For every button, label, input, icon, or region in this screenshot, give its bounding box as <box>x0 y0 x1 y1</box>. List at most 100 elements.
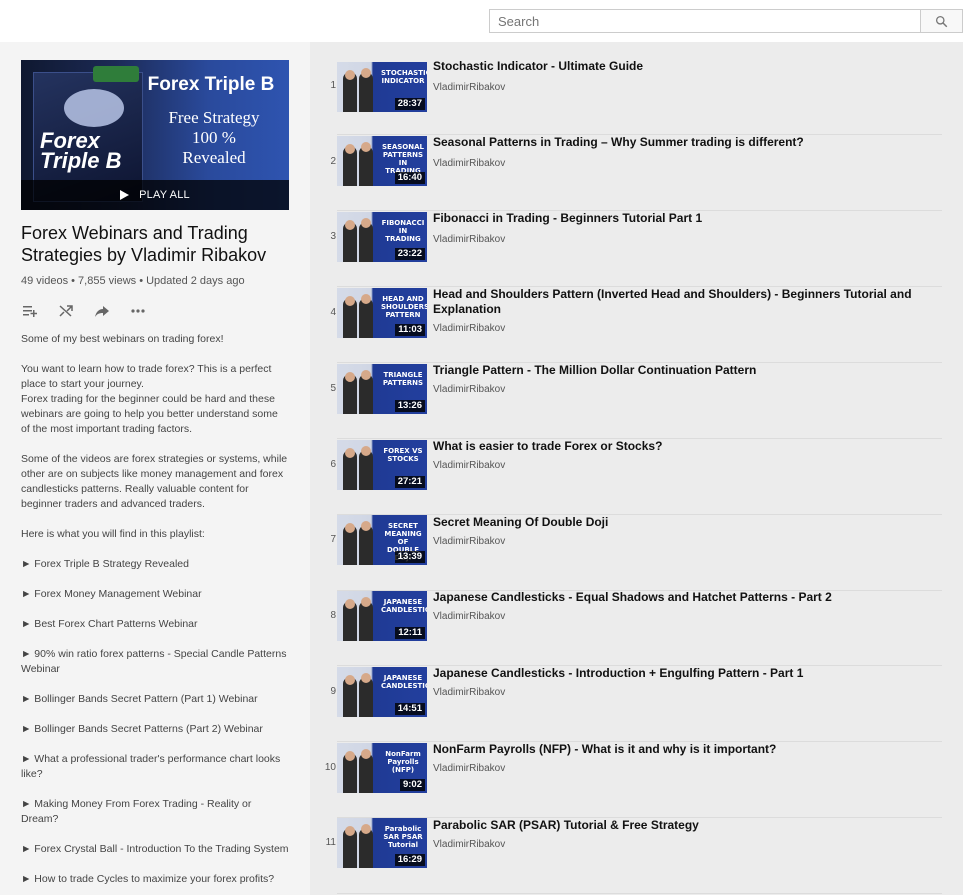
video-duration: 13:39 <box>394 551 425 563</box>
video-channel[interactable]: VladimirRibakov <box>433 536 505 547</box>
description-paragraph: Some of the videos are forex strategies … <box>21 453 288 510</box>
video-channel[interactable]: VladimirRibakov <box>433 839 505 850</box>
thumbnail-label: JAPANESE CANDLESTICKS <box>381 674 427 690</box>
playlist-thumbnail[interactable]: Forex Triple B Forex Triple B Free Strat… <box>21 60 289 210</box>
thumbnail-label: JAPANESE CANDLESTICKS <box>381 598 427 614</box>
search-input[interactable] <box>489 9 921 33</box>
add-to-queue-button[interactable] <box>21 302 39 320</box>
video-title[interactable]: Triangle Pattern - The Million Dollar Co… <box>433 363 923 378</box>
playlist-actions <box>21 302 147 320</box>
thumbnail-label: STOCHASTIC INDICATOR <box>381 69 427 85</box>
description-bullet: ► How to trade Cycles to maximize your f… <box>21 873 275 885</box>
video-index: 7 <box>330 534 336 545</box>
video-row[interactable]: 5 TRIANGLE PATTERNS 13:26 Triangle Patte… <box>310 363 942 439</box>
video-title[interactable]: Japanese Candlesticks - Equal Shadows an… <box>433 590 923 605</box>
thumbnail-label: TRIANGLE PATTERNS <box>382 371 424 387</box>
thumbnail-label: Parabolic SAR PSAR Tutorial <box>383 825 423 849</box>
video-channel[interactable]: VladimirRibakov <box>433 611 505 622</box>
shuffle-button[interactable] <box>57 302 75 320</box>
video-thumbnail[interactable]: NonFarm Payrolls (NFP) 9:02 <box>337 743 427 793</box>
description-bullet: ► Making Money From Forex Trading - Real… <box>21 798 252 825</box>
video-thumbnail[interactable]: SEASONAL PATTERNS IN TRADING 16:40 <box>337 136 427 186</box>
video-duration: 16:40 <box>394 172 425 184</box>
thumbnail-brand: Forex Triple B <box>147 74 275 95</box>
video-title[interactable]: NonFarm Payrolls (NFP) - What is it and … <box>433 742 923 757</box>
video-duration: 9:02 <box>399 779 425 791</box>
video-row[interactable]: 10 NonFarm Payrolls (NFP) 9:02 NonFarm P… <box>310 742 942 818</box>
video-title[interactable]: Japanese Candlesticks - Introduction + E… <box>433 666 923 681</box>
video-thumbnail[interactable]: SECRET MEANING OF DOUBLE DOJI 13:39 <box>337 515 427 565</box>
description-paragraph: Some of my best webinars on trading fore… <box>21 333 224 345</box>
thumbnail-label: FOREX VS STOCKS <box>383 447 423 463</box>
video-channel[interactable]: VladimirRibakov <box>433 82 505 93</box>
video-channel[interactable]: VladimirRibakov <box>433 384 505 395</box>
video-thumbnail[interactable]: FOREX VS STOCKS 27:21 <box>337 440 427 490</box>
video-row[interactable]: 2 SEASONAL PATTERNS IN TRADING 16:40 Sea… <box>310 135 942 211</box>
video-channel[interactable]: VladimirRibakov <box>433 234 505 245</box>
more-options-button[interactable] <box>129 302 147 320</box>
shuffle-icon <box>59 305 73 317</box>
video-index: 11 <box>325 837 336 848</box>
video-title[interactable]: Secret Meaning Of Double Doji <box>433 515 923 530</box>
video-channel[interactable]: VladimirRibakov <box>433 158 505 169</box>
video-title[interactable]: Head and Shoulders Pattern (Inverted Hea… <box>433 287 923 317</box>
video-thumbnail[interactable]: JAPANESE CANDLESTICKS 14:51 <box>337 667 427 717</box>
video-title[interactable]: Parabolic SAR (PSAR) Tutorial & Free Str… <box>433 818 923 833</box>
video-duration: 12:11 <box>395 627 425 639</box>
play-all-label: PLAY ALL <box>139 189 190 201</box>
video-title[interactable]: Fibonacci in Trading - Beginners Tutoria… <box>433 211 923 226</box>
video-row[interactable]: 7 SECRET MEANING OF DOUBLE DOJI 13:39 Se… <box>310 515 942 591</box>
video-thumbnail[interactable]: TRIANGLE PATTERNS 13:26 <box>337 364 427 414</box>
badge-image <box>93 66 139 82</box>
playlist-description: Some of my best webinars on trading fore… <box>21 332 289 895</box>
video-thumbnail[interactable]: STOCHASTIC INDICATOR 28:37 <box>337 62 427 112</box>
search-icon <box>935 15 948 27</box>
video-index: 8 <box>330 610 336 621</box>
video-thumbnail[interactable]: JAPANESE CANDLESTICKS 12:11 <box>337 591 427 641</box>
video-index: 2 <box>330 156 336 167</box>
share-icon <box>95 306 109 317</box>
video-index: 4 <box>330 307 336 318</box>
thumbnail-label: HEAD AND SHOULDERS PATTERN <box>381 295 427 319</box>
description-bullet: ► What a professional trader's performan… <box>21 753 281 780</box>
playlist-sidebar: Forex Triple B Forex Triple B Free Strat… <box>0 42 310 895</box>
video-row[interactable]: 11 Parabolic SAR PSAR Tutorial 16:29 Par… <box>310 818 942 894</box>
video-duration: 23:22 <box>394 248 425 260</box>
video-title[interactable]: Stochastic Indicator - Ultimate Guide <box>433 59 923 74</box>
description-bullet: ► Forex Crystal Ball - Introduction To t… <box>21 843 289 855</box>
video-title[interactable]: What is easier to trade Forex or Stocks? <box>433 439 923 454</box>
video-index: 9 <box>330 686 336 697</box>
video-duration: 13:26 <box>394 400 425 412</box>
playlist-title[interactable]: Forex Webinars and Trading Strategies by… <box>21 222 296 266</box>
thumbnail-label: FIBONACCI IN TRADING <box>381 219 425 243</box>
video-row[interactable]: 6 FOREX VS STOCKS 27:21 What is easier t… <box>310 439 942 515</box>
video-list: 1 STOCHASTIC INDICATOR 28:37 Stochastic … <box>310 42 963 895</box>
video-duration: 28:37 <box>394 98 425 110</box>
video-row[interactable]: 3 FIBONACCI IN TRADING 23:22 Fibonacci i… <box>310 211 942 287</box>
video-row[interactable]: 9 JAPANESE CANDLESTICKS 14:51 Japanese C… <box>310 666 942 742</box>
share-button[interactable] <box>93 302 111 320</box>
video-duration: 16:29 <box>394 854 425 866</box>
description-bullet: ► 90% win ratio forex patterns - Special… <box>21 648 287 675</box>
video-thumbnail[interactable]: Parabolic SAR PSAR Tutorial 16:29 <box>337 818 427 868</box>
thumbnail-label: SEASONAL PATTERNS IN TRADING <box>382 143 424 175</box>
play-all-button[interactable]: PLAY ALL <box>21 180 289 210</box>
thumbnail-text: Free Strategy 100 % Revealed <box>168 108 260 167</box>
description-paragraph: You want to learn how to trade forex? Th… <box>21 363 278 435</box>
video-row[interactable]: 4 HEAD AND SHOULDERS PATTERN 11:03 Head … <box>310 287 942 363</box>
description-bullet: ► Forex Money Management Webinar <box>21 588 202 600</box>
video-row[interactable]: 1 STOCHASTIC INDICATOR 28:37 Stochastic … <box>310 59 942 135</box>
video-row[interactable]: 8 JAPANESE CANDLESTICKS 12:11 Japanese C… <box>310 590 942 666</box>
video-duration: 11:03 <box>395 324 425 336</box>
video-title[interactable]: Seasonal Patterns in Trading – Why Summe… <box>433 135 923 150</box>
box-text: Forex Triple B <box>40 128 122 173</box>
video-channel[interactable]: VladimirRibakov <box>433 460 505 471</box>
video-channel[interactable]: VladimirRibakov <box>433 323 505 334</box>
video-duration: 14:51 <box>394 703 425 715</box>
video-channel[interactable]: VladimirRibakov <box>433 763 505 774</box>
video-thumbnail[interactable]: FIBONACCI IN TRADING 23:22 <box>337 212 427 262</box>
search-button[interactable] <box>920 9 963 33</box>
video-channel[interactable]: VladimirRibakov <box>433 687 505 698</box>
add-to-queue-icon <box>23 306 37 317</box>
video-thumbnail[interactable]: HEAD AND SHOULDERS PATTERN 11:03 <box>337 288 427 338</box>
